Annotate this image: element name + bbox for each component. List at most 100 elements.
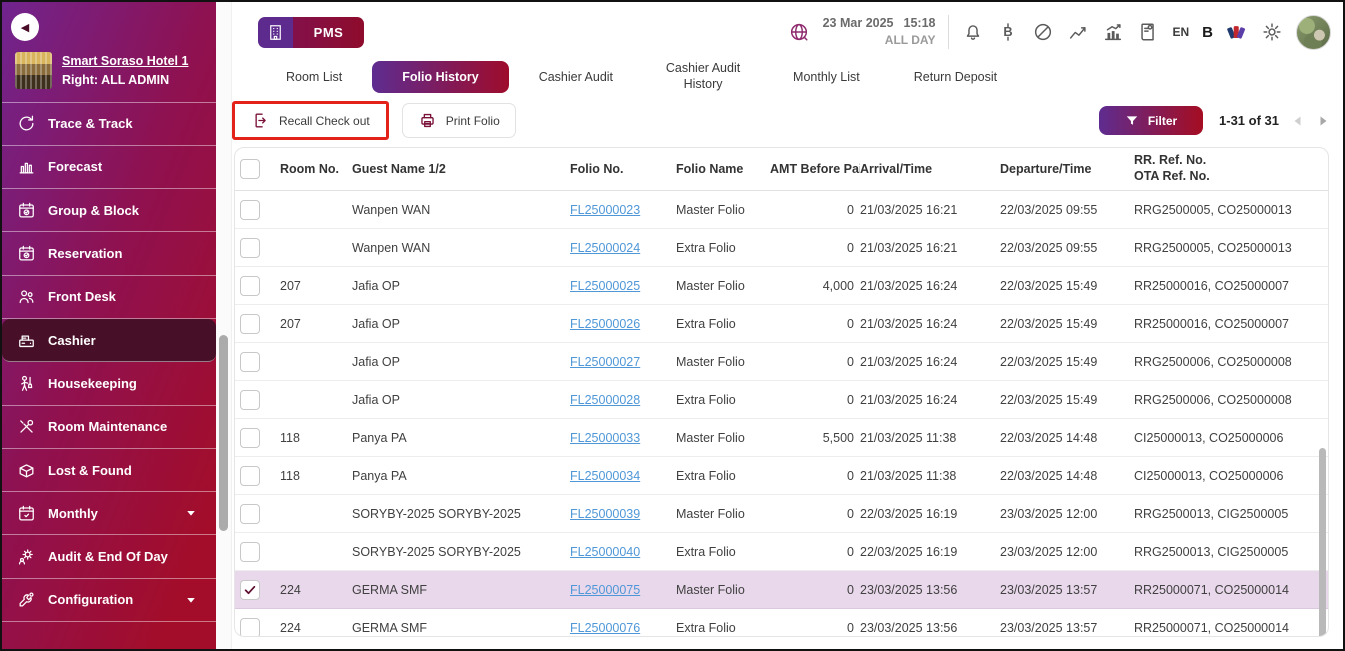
sidebar-scrollbar-thumb[interactable] bbox=[219, 335, 228, 531]
tab-cashier-audit[interactable]: Cashier Audit bbox=[515, 62, 637, 92]
row-checkbox[interactable] bbox=[240, 504, 260, 524]
cell-arrival-time: 23/03/2025 13:56 bbox=[860, 583, 1000, 597]
table-row[interactable]: Jafia OP FL25000028 Extra Folio 0 21/03/… bbox=[235, 381, 1328, 419]
sidebar-nav: Trace & Track Forecast Group & Block Res… bbox=[2, 102, 216, 623]
row-checkbox[interactable] bbox=[240, 542, 260, 562]
table-row[interactable]: 224 GERMA SMF FL25000075 Master Folio 0 … bbox=[235, 571, 1328, 609]
table-row[interactable]: 118 Panya PA FL25000033 Master Folio 5,5… bbox=[235, 419, 1328, 457]
sidebar-item-reservation[interactable]: Reservation bbox=[2, 232, 216, 275]
row-checkbox[interactable] bbox=[240, 466, 260, 486]
folio-link[interactable]: FL25000039 bbox=[570, 507, 640, 521]
print-folio-label: Print Folio bbox=[446, 114, 500, 128]
user-avatar[interactable] bbox=[1296, 15, 1331, 50]
tab-room-list[interactable]: Room List bbox=[262, 62, 366, 92]
folio-link[interactable]: FL25000033 bbox=[570, 431, 640, 445]
row-checkbox[interactable] bbox=[240, 618, 260, 638]
table-row[interactable]: 207 Jafia OP FL25000026 Extra Folio 0 21… bbox=[235, 305, 1328, 343]
folio-link[interactable]: FL25000023 bbox=[570, 203, 640, 217]
cell-departure-time: 22/03/2025 14:48 bbox=[1000, 469, 1134, 483]
row-checkbox[interactable] bbox=[240, 352, 260, 372]
tab-folio-history[interactable]: Folio History bbox=[372, 61, 508, 93]
cell-arrival-time: 21/03/2025 11:38 bbox=[860, 431, 1000, 445]
bell-icon[interactable] bbox=[962, 21, 984, 43]
table-row[interactable]: 118 Panya PA FL25000034 Extra Folio 0 21… bbox=[235, 457, 1328, 495]
gear-icon[interactable] bbox=[1261, 21, 1283, 43]
chevron-left-icon[interactable] bbox=[1292, 115, 1304, 127]
sidebar-item-configuration[interactable]: Configuration bbox=[2, 579, 216, 622]
filter-label: Filter bbox=[1148, 114, 1177, 128]
hotel-name-link[interactable]: Smart Soraso Hotel 1 bbox=[62, 52, 188, 71]
cell-amt-before-paid: 0 bbox=[770, 241, 860, 255]
cell-folio-name: Master Folio bbox=[676, 203, 770, 217]
row-checkbox[interactable] bbox=[240, 314, 260, 334]
col-folio-name: Folio Name bbox=[676, 162, 770, 176]
table-row[interactable]: Wanpen WAN FL25000023 Master Folio 0 21/… bbox=[235, 191, 1328, 229]
sidebar-item-cashier[interactable]: Cashier bbox=[2, 319, 216, 362]
pms-button[interactable]: PMS bbox=[258, 17, 364, 48]
folio-link[interactable]: FL25000028 bbox=[570, 393, 640, 407]
folio-link[interactable]: FL25000034 bbox=[570, 469, 640, 483]
ledger-icon[interactable] bbox=[1137, 21, 1159, 43]
sidebar-scrollbar[interactable] bbox=[216, 2, 232, 649]
tab-monthly-list[interactable]: Monthly List bbox=[769, 62, 884, 92]
folio-link[interactable]: FL25000076 bbox=[570, 621, 640, 635]
sidebar-item-monthly[interactable]: Monthly bbox=[2, 492, 216, 535]
sidebar-item-forecast[interactable]: Forecast bbox=[2, 146, 216, 189]
sidebar-collapse-button[interactable]: ◀ bbox=[11, 13, 39, 41]
baht-icon[interactable]: B bbox=[997, 21, 1019, 43]
chevron-left-icon: ◀ bbox=[21, 21, 29, 34]
sidebar-item-lost-found[interactable]: Lost & Found bbox=[2, 449, 216, 492]
bar-chart-icon[interactable] bbox=[1102, 21, 1124, 43]
folio-link[interactable]: FL25000024 bbox=[570, 241, 640, 255]
sidebar-item-trace-track[interactable]: Trace & Track bbox=[2, 103, 216, 146]
folio-link[interactable]: FL25000026 bbox=[570, 317, 640, 331]
row-checkbox[interactable] bbox=[240, 428, 260, 448]
period-label: ALL DAY bbox=[823, 32, 936, 48]
cell-ref-no: RRG2500013, CIG2500005 bbox=[1134, 507, 1320, 521]
palette-icon[interactable] bbox=[1226, 21, 1248, 43]
sidebar-item-housekeeping[interactable]: Housekeeping bbox=[2, 362, 216, 405]
row-checkbox[interactable] bbox=[240, 276, 260, 296]
tab-return-deposit[interactable]: Return Deposit bbox=[890, 62, 1021, 92]
circle-slash-icon[interactable] bbox=[1032, 21, 1054, 43]
sidebar-item-room-maintenance[interactable]: Room Maintenance bbox=[2, 406, 216, 449]
sidebar-item-label: Housekeeping bbox=[48, 376, 137, 391]
pagination: 1-31 of 31 bbox=[1219, 113, 1329, 128]
language-label[interactable]: EN bbox=[1172, 25, 1189, 39]
print-folio-button[interactable]: Print Folio bbox=[402, 103, 516, 138]
cell-room-no: 118 bbox=[280, 431, 352, 445]
b-label[interactable]: B bbox=[1202, 24, 1213, 41]
folio-link[interactable]: FL25000025 bbox=[570, 279, 640, 293]
select-all-checkbox[interactable] bbox=[240, 159, 260, 179]
cell-folio-name: Extra Folio bbox=[676, 317, 770, 331]
row-checkbox[interactable] bbox=[240, 200, 260, 220]
chevron-right-icon[interactable] bbox=[1317, 115, 1329, 127]
tab-cashier-audit-history[interactable]: Cashier Audit History bbox=[643, 59, 763, 94]
folio-link[interactable]: FL25000027 bbox=[570, 355, 640, 369]
folio-link[interactable]: FL25000040 bbox=[570, 545, 640, 559]
line-chart-icon[interactable] bbox=[1067, 21, 1089, 43]
folio-link[interactable]: FL25000075 bbox=[570, 583, 640, 597]
table-row[interactable]: Wanpen WAN FL25000024 Extra Folio 0 21/0… bbox=[235, 229, 1328, 267]
cell-ref-no: RR25000071, CO25000014 bbox=[1134, 583, 1320, 597]
sidebar-item-audit-end-of-day[interactable]: Audit & End Of Day bbox=[2, 535, 216, 578]
table-row[interactable]: 207 Jafia OP FL25000025 Master Folio 4,0… bbox=[235, 267, 1328, 305]
table-row[interactable]: 224 GERMA SMF FL25000076 Extra Folio 0 2… bbox=[235, 609, 1328, 637]
row-checkbox[interactable] bbox=[240, 390, 260, 410]
recall-checkout-button[interactable]: Recall Check out bbox=[236, 105, 385, 136]
table-row[interactable]: SORYBY-2025 SORYBY-2025 FL25000039 Maste… bbox=[235, 495, 1328, 533]
row-checkbox[interactable] bbox=[240, 238, 260, 258]
sidebar-item-front-desk[interactable]: Front Desk bbox=[2, 276, 216, 319]
table-scrollbar-thumb[interactable] bbox=[1319, 448, 1326, 637]
table-row[interactable]: SORYBY-2025 SORYBY-2025 FL25000040 Extra… bbox=[235, 533, 1328, 571]
row-checkbox[interactable] bbox=[240, 580, 260, 600]
refresh-icon bbox=[16, 114, 36, 134]
sidebar-item-label: Room Maintenance bbox=[48, 419, 167, 434]
cell-guest-name: Wanpen WAN bbox=[352, 241, 570, 255]
recall-checkout-label: Recall Check out bbox=[279, 114, 370, 128]
user-rights-label: Right: ALL ADMIN bbox=[62, 71, 188, 90]
sidebar-item-group-block[interactable]: Group & Block bbox=[2, 189, 216, 232]
date-label: 23 Mar 2025 bbox=[823, 15, 894, 32]
filter-button[interactable]: Filter bbox=[1099, 106, 1203, 135]
table-row[interactable]: Jafia OP FL25000027 Master Folio 0 21/03… bbox=[235, 343, 1328, 381]
